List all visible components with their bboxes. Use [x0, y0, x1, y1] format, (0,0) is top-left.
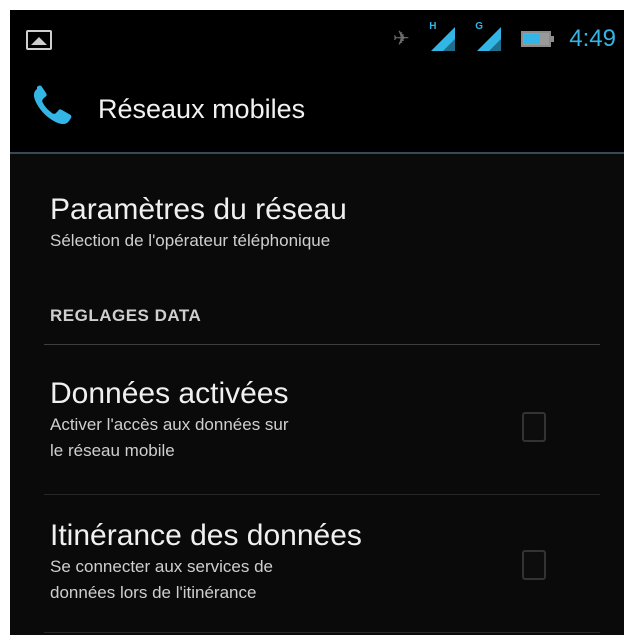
data-enabled-summary-line1: Activer l'accès aux données sur	[50, 415, 289, 434]
data-roaming-item[interactable]: Itinérance des données Se connecter aux …	[50, 518, 604, 606]
clock: 4:49	[569, 25, 616, 52]
status-bar: ✈ H G 4:49	[10, 10, 624, 68]
data-enabled-summary-line2: le réseau mobile	[50, 441, 175, 460]
data-enabled-item[interactable]: Données activées Activer l'accès aux don…	[50, 376, 604, 464]
signal-g-icon: G	[475, 21, 503, 53]
page-title: Réseaux mobiles	[98, 94, 306, 124]
phone-icon[interactable]	[28, 82, 76, 130]
battery-icon	[521, 31, 555, 47]
category-divider	[44, 344, 600, 345]
phone-screen: ✈ H G 4:49 Réseaux mobiles Paramètres du…	[10, 10, 624, 635]
list-divider	[44, 632, 600, 633]
data-roaming-checkbox[interactable]	[522, 550, 546, 580]
data-roaming-title: Itinérance des données	[50, 519, 362, 552]
signal-h-icon: H	[429, 21, 457, 53]
category-header: REGLAGES DATA	[50, 306, 202, 325]
data-enabled-title: Données activées	[50, 377, 289, 410]
battery-level	[524, 34, 540, 44]
data-roaming-summary-line1: Se connecter aux services de	[50, 557, 274, 576]
network-settings-title: Paramètres du réseau	[50, 193, 347, 226]
picture-icon	[26, 30, 52, 50]
action-bar: Réseaux mobiles	[10, 68, 624, 154]
data-roaming-summary-line2: données lors de l'itinérance	[50, 583, 257, 602]
list-divider	[44, 494, 600, 495]
network-type-label: H	[429, 21, 437, 32]
network-type-label: G	[475, 21, 484, 32]
network-settings-summary: Sélection de l'opérateur téléphonique	[50, 231, 331, 250]
vibrate-icon: ✈	[392, 28, 410, 50]
network-settings-item[interactable]: Paramètres du réseau Sélection de l'opér…	[50, 192, 604, 254]
data-enabled-checkbox[interactable]	[522, 412, 546, 442]
status-icons: ✈ H G 4:49	[391, 21, 616, 54]
